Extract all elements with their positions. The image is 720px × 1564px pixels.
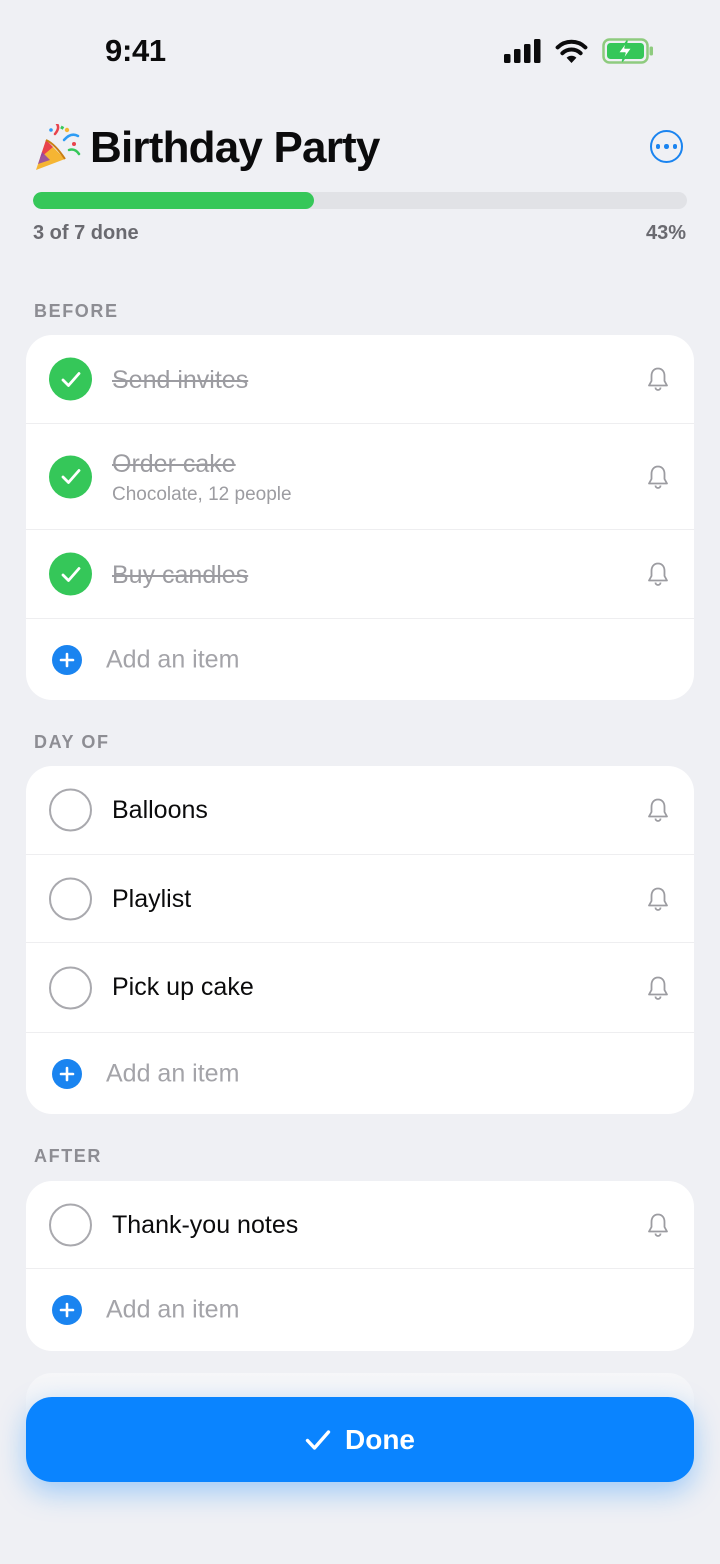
add-item-label: Add an item xyxy=(106,645,240,673)
battery-charging-icon xyxy=(602,38,653,64)
bell-icon[interactable] xyxy=(646,797,670,823)
checkmark-icon xyxy=(61,469,80,484)
done-button[interactable]: Done xyxy=(26,1397,694,1482)
bell-icon[interactable] xyxy=(646,366,670,392)
section-header-after: AFTER xyxy=(34,1146,102,1166)
wifi-icon xyxy=(555,39,588,63)
section-header-before: BEFORE xyxy=(34,301,119,321)
bell-icon[interactable] xyxy=(646,561,670,587)
plus-icon xyxy=(52,1058,82,1089)
item-title: Balloons xyxy=(112,796,208,824)
checklist-screen: 9:41 Birthday Party 3 of 7 done 43% BEFO… xyxy=(0,0,720,1564)
list-item[interactable]: Thank-you notes xyxy=(26,1181,694,1269)
item-title: Pick up cake xyxy=(112,973,254,1001)
list-item[interactable]: Pick up cake xyxy=(26,943,694,1033)
bell-icon[interactable] xyxy=(646,1212,670,1238)
done-button-label: Done xyxy=(345,1423,415,1455)
title-row: Birthday Party xyxy=(33,118,687,178)
checkbox-unchecked[interactable] xyxy=(49,966,92,1009)
more-icon xyxy=(655,144,661,149)
progress-count-label: 3 of 7 done xyxy=(33,222,139,244)
add-item-button[interactable]: Add an item xyxy=(26,1269,694,1351)
checkmark-icon xyxy=(61,566,80,582)
add-item-button[interactable]: Add an item xyxy=(26,1033,694,1114)
checkmark-icon xyxy=(61,371,80,387)
list-item[interactable]: Send invites xyxy=(26,335,694,424)
checkmark-icon xyxy=(305,1429,331,1450)
checkbox-checked[interactable] xyxy=(49,357,92,401)
checkbox-unchecked[interactable] xyxy=(49,788,92,832)
section-card-before: Send invites Order cake Chocolate, 12 pe… xyxy=(26,335,694,700)
list-item[interactable]: Playlist xyxy=(26,855,694,943)
section-card-after: Thank-you notes Add an item xyxy=(26,1181,694,1351)
list-item[interactable]: Balloons xyxy=(26,766,694,855)
item-title: Buy candles xyxy=(112,561,249,589)
bell-icon[interactable] xyxy=(646,464,670,490)
item-subtitle: Chocolate, 12 people xyxy=(112,484,292,505)
checkbox-checked[interactable] xyxy=(49,455,92,498)
list-item[interactable]: Order cake Chocolate, 12 people xyxy=(26,424,694,530)
status-icons xyxy=(504,38,654,64)
progress-bar xyxy=(33,192,687,209)
add-item-label: Add an item xyxy=(106,1295,240,1324)
bell-icon[interactable] xyxy=(646,886,670,912)
more-options-button[interactable] xyxy=(650,130,683,163)
page-title: Birthday Party xyxy=(90,123,380,172)
plus-icon xyxy=(52,644,82,675)
checkbox-checked[interactable] xyxy=(49,552,92,596)
checkbox-unchecked[interactable] xyxy=(49,877,92,920)
item-title: Order cake xyxy=(112,450,236,478)
plus-icon xyxy=(52,1295,82,1325)
party-popper-icon xyxy=(36,124,81,170)
section-header-day-of: DAY OF xyxy=(34,732,110,752)
section-card-day-of: Balloons Playlist Pick up cake Add an it… xyxy=(26,766,694,1114)
item-title: Send invites xyxy=(112,366,249,394)
item-title: Playlist xyxy=(112,885,192,913)
bell-icon[interactable] xyxy=(646,975,670,1001)
checkbox-unchecked[interactable] xyxy=(49,1203,92,1246)
signal-icon xyxy=(504,39,541,63)
progress-fill xyxy=(33,192,315,209)
add-item-label: Add an item xyxy=(106,1059,240,1087)
item-title: Thank-you notes xyxy=(112,1211,299,1239)
list-item[interactable]: Buy candles xyxy=(26,530,694,619)
status-time: 9:41 xyxy=(105,33,166,68)
add-item-button[interactable]: Add an item xyxy=(26,619,694,700)
progress-percent-label: 43% xyxy=(645,222,686,244)
